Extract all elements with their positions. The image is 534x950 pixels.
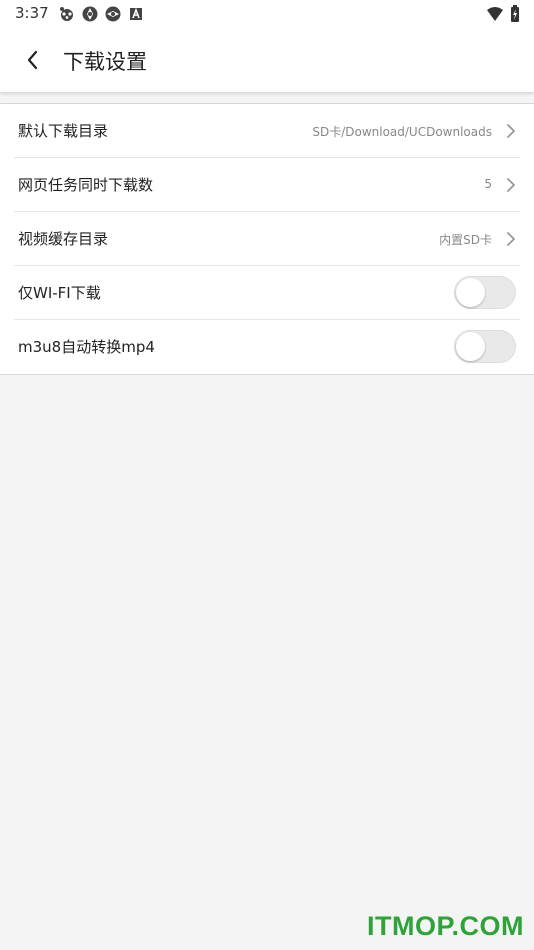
status-time: 3:37 <box>15 4 49 22</box>
system-icons <box>486 5 520 23</box>
setting-row-concurrent-downloads[interactable]: 网页任务同时下载数 5 <box>14 158 520 212</box>
chevron-left-icon <box>27 50 38 70</box>
page-title: 下载设置 <box>63 50 147 74</box>
setting-label: 默认下载目录 <box>18 122 109 140</box>
status-bar: 3:37 <box>0 0 534 28</box>
setting-value: SD卡/Download/UCDownloads <box>312 125 492 139</box>
back-button[interactable] <box>14 42 50 78</box>
aperture-notification-icon <box>105 6 121 22</box>
setting-value: 内置SD卡 <box>439 233 492 247</box>
toggle-knob <box>456 332 485 361</box>
setting-row-wifi-only: 仅WI-FI下载 <box>14 266 520 320</box>
setting-label: 网页任务同时下载数 <box>18 176 154 194</box>
chevron-right-icon <box>507 232 516 246</box>
chevron-right-icon <box>507 178 516 192</box>
watermark-logo: ITMOP.COM <box>366 911 524 941</box>
paw-notification-icon <box>60 7 73 21</box>
chevron-right-icon <box>507 124 516 138</box>
setting-label: 仅WI-FI下载 <box>18 284 101 302</box>
setting-row-video-cache-dir[interactable]: 视频缓存目录 内置SD卡 <box>14 212 520 266</box>
a-box-notification-icon <box>130 7 142 20</box>
setting-label: 视频缓存目录 <box>18 230 109 248</box>
aperture-notification-icon <box>82 6 98 22</box>
battery-charging-icon <box>511 5 519 22</box>
notification-icons <box>58 5 145 23</box>
m3u8-convert-toggle[interactable] <box>454 330 516 363</box>
wifi-icon <box>487 7 503 21</box>
app-bar: 下载设置 <box>0 28 534 92</box>
setting-row-m3u8-convert: m3u8自动转换mp4 <box>14 320 520 374</box>
toggle-knob <box>456 278 485 307</box>
setting-value: 5 <box>484 177 492 191</box>
setting-label: m3u8自动转换mp4 <box>18 338 155 356</box>
settings-list: 默认下载目录 SD卡/Download/UCDownloads 网页任务同时下载… <box>0 103 534 375</box>
wifi-only-toggle[interactable] <box>454 276 516 309</box>
setting-row-default-download-dir[interactable]: 默认下载目录 SD卡/Download/UCDownloads <box>14 104 520 158</box>
